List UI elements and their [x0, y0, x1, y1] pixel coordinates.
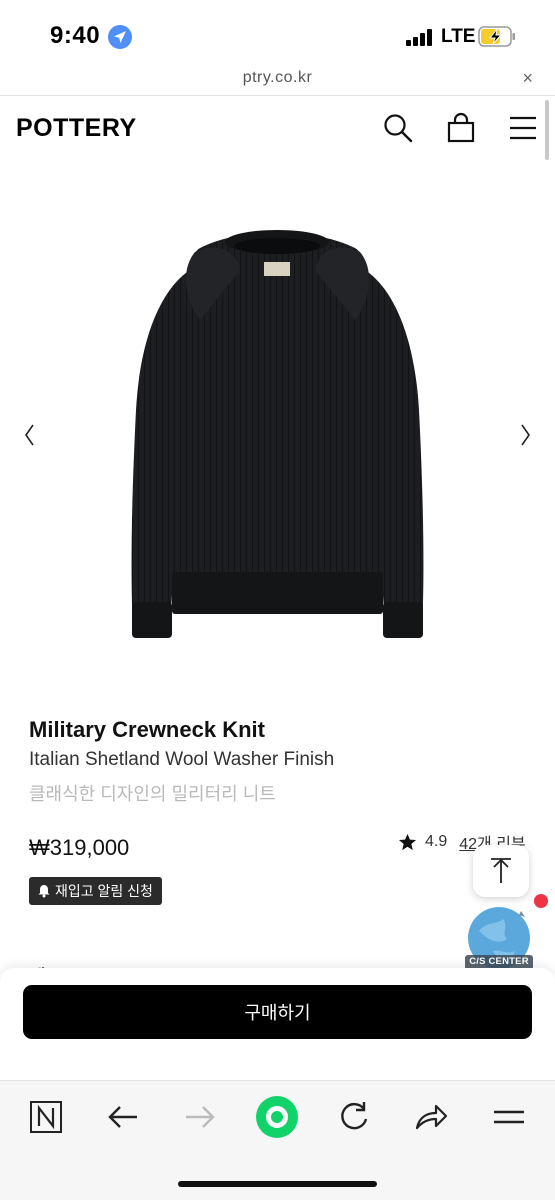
- product-price: ₩319,000: [29, 835, 130, 860]
- chevron-left-icon[interactable]: [20, 422, 40, 448]
- status-bar: 9:40 LTE: [0, 0, 555, 66]
- battery-charging-icon: [478, 26, 516, 47]
- rating-score: 4.9: [425, 833, 448, 850]
- cs-center-button[interactable]: C/S CENTER: [463, 905, 535, 977]
- reload-icon[interactable]: [334, 1097, 374, 1137]
- buy-button[interactable]: 구매하기: [23, 985, 532, 1039]
- chevron-right-icon[interactable]: [515, 422, 535, 448]
- menu-icon[interactable]: [506, 111, 540, 145]
- bag-icon[interactable]: [444, 111, 478, 145]
- network-label: LTE: [441, 26, 476, 47]
- scroll-top-icon: [491, 858, 511, 883]
- product-description: 클래식한 디자인의 밀리터리 니트: [29, 784, 276, 804]
- product-image: [131, 230, 424, 638]
- hamburger-icon[interactable]: [489, 1097, 529, 1137]
- forward-arrow-icon[interactable]: [180, 1097, 220, 1137]
- notification-dot: [534, 894, 548, 908]
- back-arrow-icon[interactable]: [103, 1097, 143, 1137]
- naver-n-icon[interactable]: [26, 1097, 66, 1137]
- product-title: Military Crewneck Knit: [29, 717, 265, 742]
- product-gallery[interactable]: [0, 160, 555, 700]
- url-text[interactable]: ptry.co.kr: [0, 69, 555, 87]
- green-home-icon[interactable]: [255, 1095, 299, 1139]
- star-icon: [398, 833, 417, 850]
- site-header: POTTERY: [0, 97, 555, 159]
- site-logo[interactable]: POTTERY: [16, 114, 137, 143]
- home-indicator: [178, 1181, 377, 1187]
- restock-label: 재입고 알림 신청: [55, 883, 153, 899]
- purchase-sheet: 구매하기: [0, 968, 555, 1080]
- scroll-top-button[interactable]: [473, 845, 529, 897]
- bell-icon: [38, 885, 50, 898]
- location-arrow-icon: [108, 25, 132, 49]
- cs-center-label: C/S CENTER: [469, 956, 529, 967]
- close-icon[interactable]: ×: [522, 68, 533, 89]
- url-bar[interactable]: ptry.co.kr ×: [0, 66, 555, 96]
- product-subtitle: Italian Shetland Wool Washer Finish: [29, 749, 335, 770]
- restock-alert-button[interactable]: 재입고 알림 신청: [29, 877, 162, 905]
- signal-icon: [406, 28, 436, 46]
- status-time: 9:40: [50, 22, 101, 49]
- search-icon[interactable]: [381, 111, 415, 145]
- scrollbar[interactable]: [545, 100, 549, 160]
- share-icon[interactable]: [411, 1097, 451, 1137]
